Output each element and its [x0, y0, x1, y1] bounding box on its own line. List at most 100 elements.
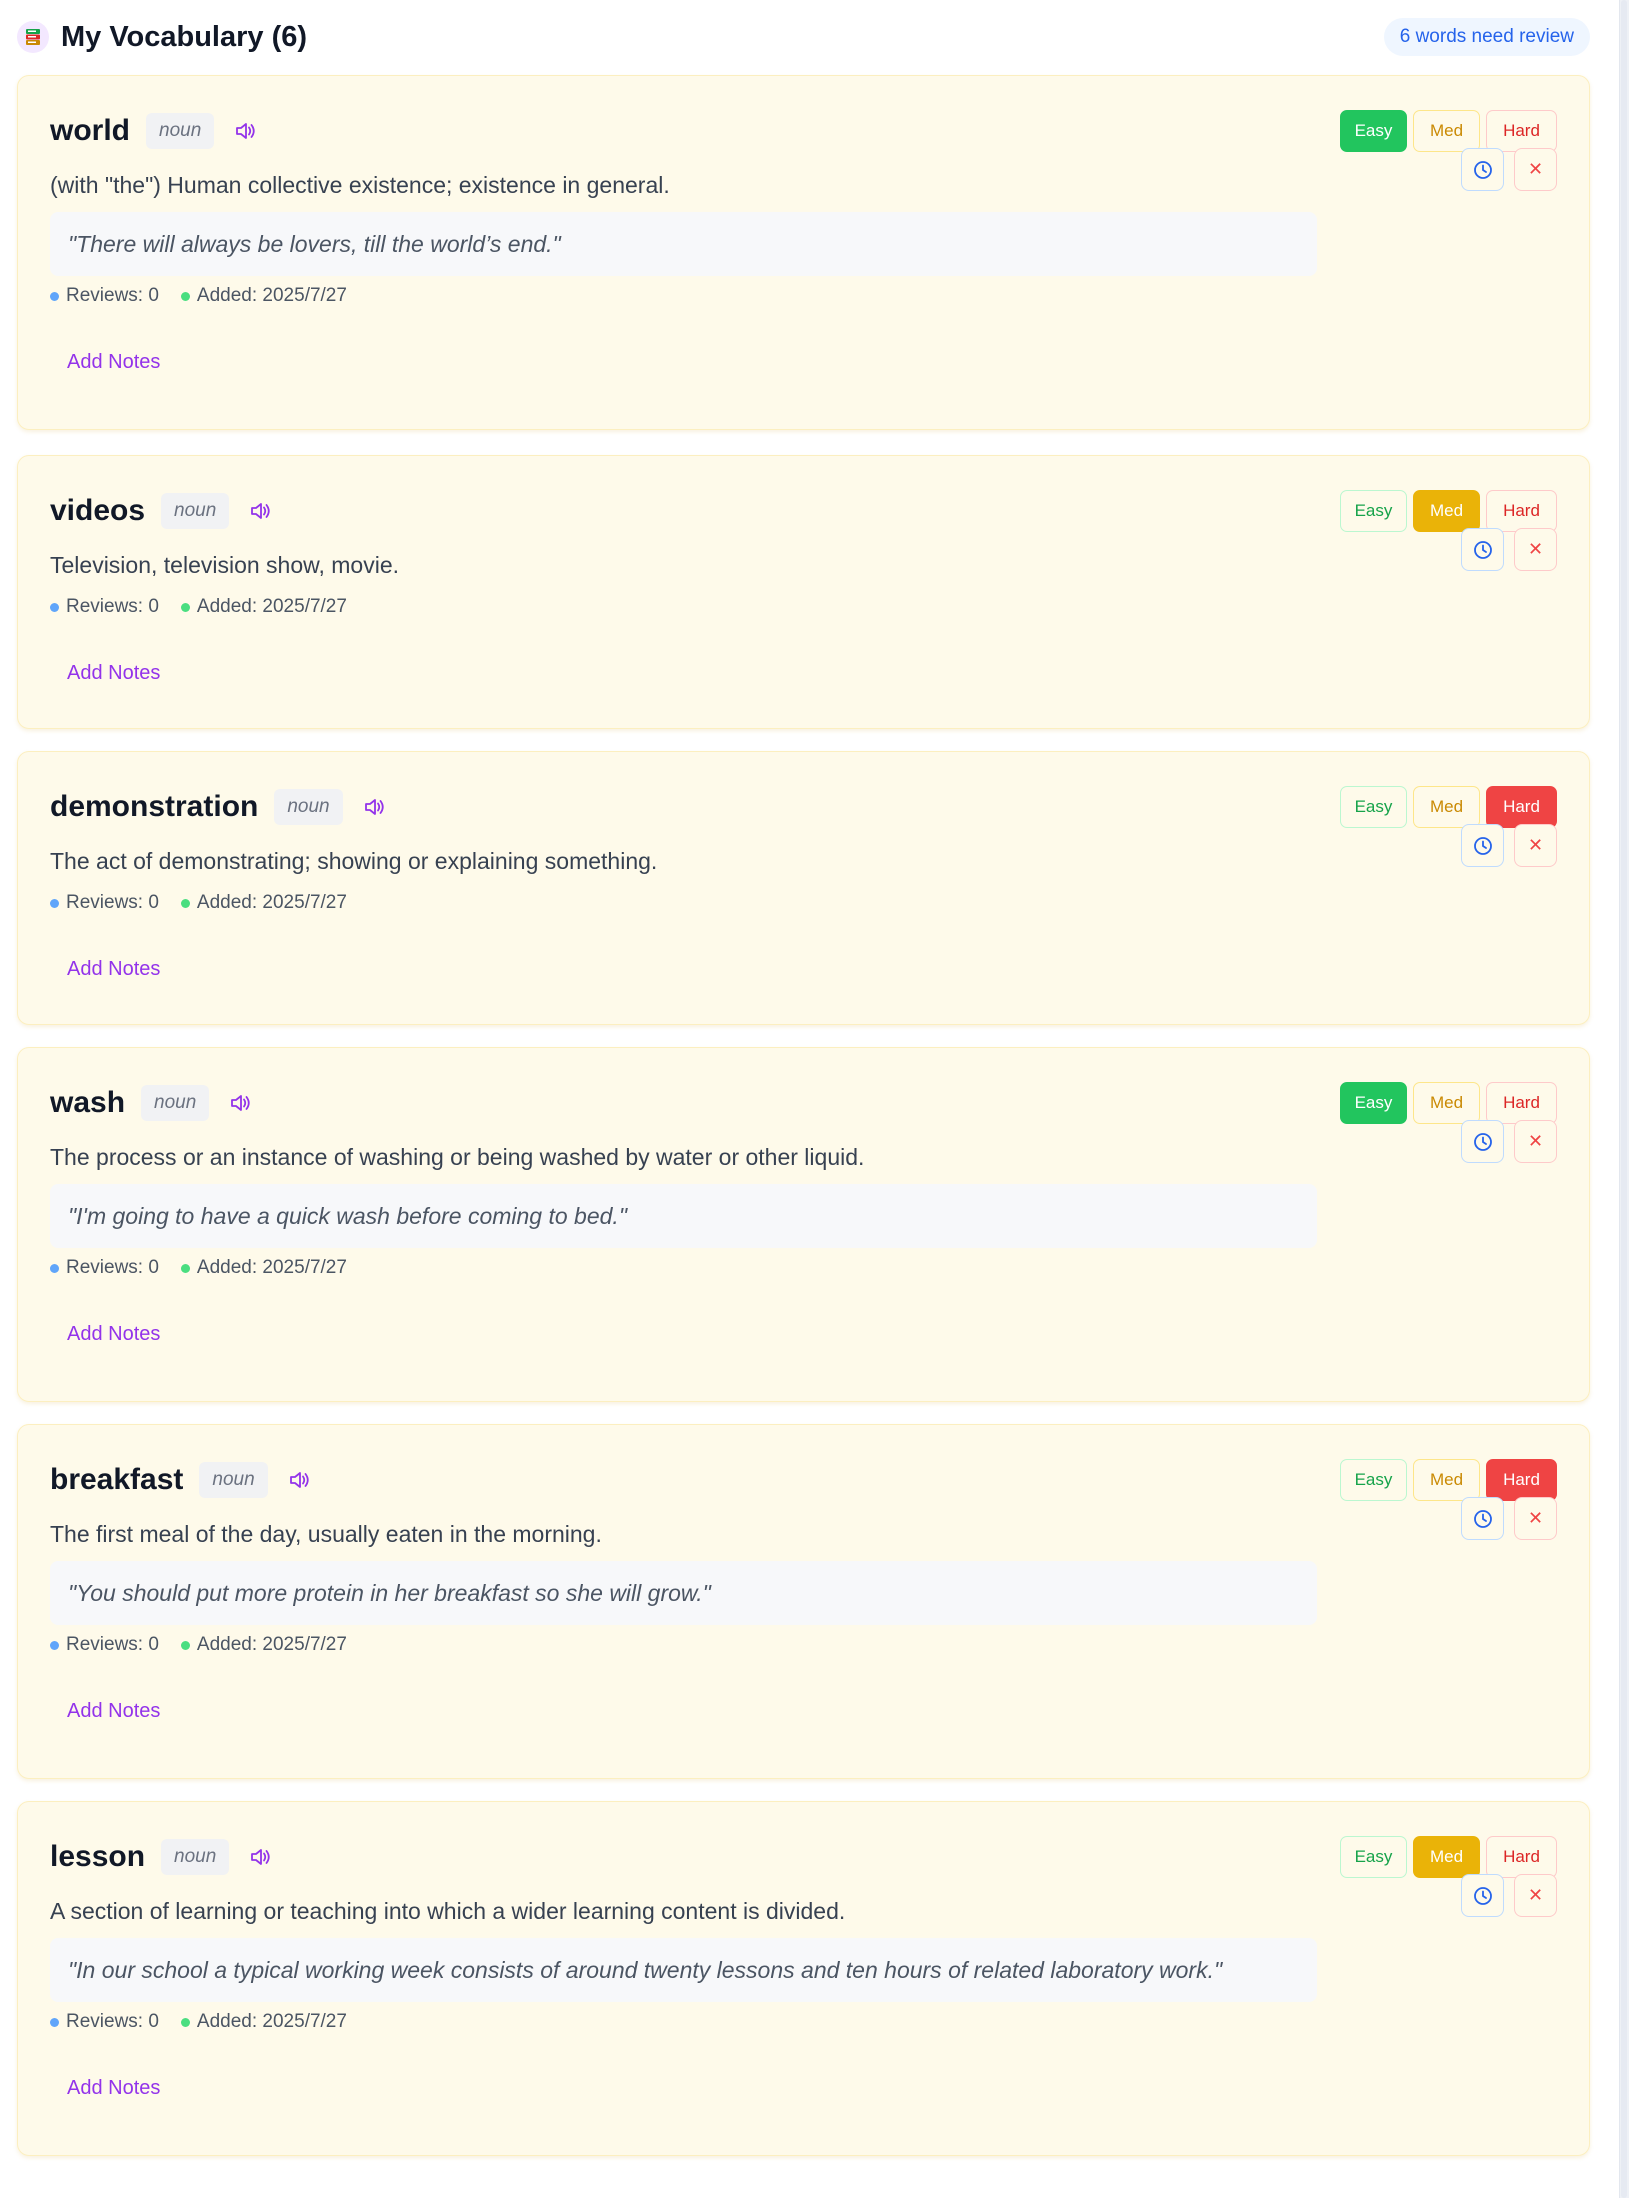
card-actions: ✕ — [1461, 1120, 1557, 1163]
difficulty-hard-button[interactable]: Hard — [1486, 1836, 1557, 1878]
difficulty-easy-button[interactable]: Easy — [1340, 490, 1407, 532]
add-notes-link[interactable]: Add Notes — [67, 2077, 160, 2100]
delete-word-button[interactable]: ✕ — [1514, 824, 1557, 867]
difficulty-easy-button[interactable]: Easy — [1340, 1459, 1407, 1501]
difficulty-easy-button[interactable]: Easy — [1340, 1836, 1407, 1878]
word-meta: Reviews: 0 Added: 2025/7/27 — [50, 285, 347, 307]
definition: The process or an instance of washing or… — [50, 1144, 865, 1170]
word-heading-row: lesson noun — [50, 1836, 273, 1878]
card-actions: ✕ — [1461, 1874, 1557, 1917]
difficulty-hard-button[interactable]: Hard — [1486, 110, 1557, 152]
added-dot — [180, 1640, 190, 1650]
reviews-text: Reviews: 0 — [66, 596, 159, 617]
added-text: Added: 2025/7/27 — [196, 892, 347, 913]
added-date: Added: 2025/7/27 — [180, 892, 347, 914]
difficulty-med-button[interactable]: Med — [1413, 786, 1480, 828]
add-notes-link[interactable]: Add Notes — [67, 662, 160, 685]
clock-icon — [1473, 160, 1493, 180]
word-heading-row: breakfast noun — [50, 1459, 312, 1501]
review-later-button[interactable] — [1461, 824, 1504, 867]
review-later-button[interactable] — [1461, 148, 1504, 191]
difficulty-hard-button[interactable]: Hard — [1486, 1082, 1557, 1124]
difficulty-hard-button[interactable]: Hard — [1486, 1459, 1557, 1501]
example-sentence: "I'm going to have a quick wash before c… — [50, 1184, 1317, 1248]
difficulty-med-button[interactable]: Med — [1413, 1082, 1480, 1124]
added-dot — [180, 898, 190, 908]
review-later-button[interactable] — [1461, 1874, 1504, 1917]
word-meta: Reviews: 0 Added: 2025/7/27 — [50, 1634, 347, 1656]
definition: Television, television show, movie. — [50, 552, 399, 578]
reviews-dot — [50, 898, 59, 908]
definition: The act of demonstrating; showing or exp… — [50, 848, 658, 874]
added-text: Added: 2025/7/27 — [196, 1257, 347, 1278]
delete-word-button[interactable]: ✕ — [1514, 528, 1557, 571]
add-notes-link[interactable]: Add Notes — [67, 958, 160, 981]
difficulty-hard-button[interactable]: Hard — [1486, 490, 1557, 532]
added-text: Added: 2025/7/27 — [196, 2011, 347, 2032]
close-icon: ✕ — [1527, 835, 1544, 855]
difficulty-easy-button[interactable]: Easy — [1340, 110, 1407, 152]
difficulty-easy-button[interactable]: Easy — [1340, 786, 1407, 828]
scrollbar[interactable] — [1619, 0, 1629, 2198]
close-icon: ✕ — [1527, 1131, 1544, 1151]
speaker-icon[interactable] — [247, 1844, 273, 1870]
close-icon: ✕ — [1527, 539, 1544, 559]
reviews-count: Reviews: 0 — [50, 1257, 159, 1279]
word-heading-row: wash noun — [50, 1082, 253, 1124]
added-text: Added: 2025/7/27 — [196, 596, 347, 617]
part-of-speech-badge: noun — [161, 493, 230, 529]
reviews-count: Reviews: 0 — [50, 892, 159, 914]
clock-icon — [1473, 1509, 1493, 1529]
delete-word-button[interactable]: ✕ — [1514, 1120, 1557, 1163]
example-sentence: "You should put more protein in her brea… — [50, 1561, 1317, 1625]
reviews-text: Reviews: 0 — [66, 2011, 159, 2032]
difficulty-med-button[interactable]: Med — [1413, 1836, 1480, 1878]
word-meta: Reviews: 0 Added: 2025/7/27 — [50, 1257, 347, 1279]
page-title: My Vocabulary (6) — [61, 20, 308, 53]
difficulty-selector: Easy Med Hard — [1340, 786, 1557, 828]
review-later-button[interactable] — [1461, 1497, 1504, 1540]
speaker-icon[interactable] — [361, 794, 387, 820]
word-card: lesson noun A section of learning or teach… — [17, 1801, 1590, 2156]
reviews-dot — [50, 1263, 59, 1273]
added-text: Added: 2025/7/27 — [196, 285, 347, 306]
speaker-icon[interactable] — [286, 1467, 312, 1493]
definition: (with "the") Human collective existence;… — [50, 172, 670, 198]
add-notes-link[interactable]: Add Notes — [67, 1323, 160, 1346]
word-heading-row: world noun — [50, 110, 258, 152]
add-notes-link[interactable]: Add Notes — [67, 1700, 160, 1723]
review-later-button[interactable] — [1461, 1120, 1504, 1163]
add-notes-link[interactable]: Add Notes — [67, 351, 160, 374]
reviews-text: Reviews: 0 — [66, 1634, 159, 1655]
scrollbar-thumb[interactable] — [1621, 0, 1627, 2198]
difficulty-selector: Easy Med Hard — [1340, 1836, 1557, 1878]
review-later-button[interactable] — [1461, 528, 1504, 571]
word-title: demonstration — [50, 790, 259, 823]
delete-word-button[interactable]: ✕ — [1514, 1874, 1557, 1917]
difficulty-selector: Easy Med Hard — [1340, 110, 1557, 152]
difficulty-hard-button[interactable]: Hard — [1486, 786, 1557, 828]
difficulty-med-button[interactable]: Med — [1413, 490, 1480, 532]
difficulty-selector: Easy Med Hard — [1340, 1082, 1557, 1124]
part-of-speech-badge: noun — [146, 113, 215, 149]
speaker-icon[interactable] — [232, 118, 258, 144]
header-title-group: My Vocabulary (6) — [17, 21, 307, 54]
added-dot — [180, 1263, 190, 1273]
speaker-icon[interactable] — [227, 1090, 253, 1116]
delete-word-button[interactable]: ✕ — [1514, 1497, 1557, 1540]
difficulty-med-button[interactable]: Med — [1413, 1459, 1480, 1501]
speaker-icon[interactable] — [247, 498, 273, 524]
difficulty-med-button[interactable]: Med — [1413, 110, 1480, 152]
reviews-text: Reviews: 0 — [66, 285, 159, 306]
definition: The first meal of the day, usually eaten… — [50, 1521, 602, 1547]
word-card: world noun (with "the") Human collective e… — [17, 75, 1590, 430]
word-title: lesson — [50, 1840, 146, 1873]
word-meta: Reviews: 0 Added: 2025/7/27 — [50, 2011, 347, 2033]
book-icon — [17, 21, 49, 53]
word-heading-row: demonstration noun — [50, 786, 387, 828]
delete-word-button[interactable]: ✕ — [1514, 148, 1557, 191]
reviews-text: Reviews: 0 — [66, 1257, 159, 1278]
word-title: videos — [50, 494, 146, 527]
added-date: Added: 2025/7/27 — [180, 596, 347, 618]
difficulty-easy-button[interactable]: Easy — [1340, 1082, 1407, 1124]
